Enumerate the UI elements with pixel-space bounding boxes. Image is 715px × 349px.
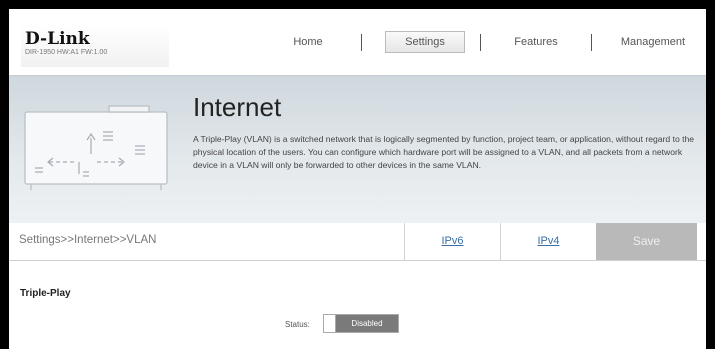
- network-ports-icon: [24, 105, 168, 190]
- section-title: Triple-Play: [20, 288, 71, 299]
- nav-features[interactable]: Features: [504, 31, 568, 53]
- nav-settings[interactable]: Settings: [385, 31, 465, 53]
- toolbar: Settings>>Internet>>VLAN IPv6 IPv4 Save: [9, 223, 706, 261]
- save-button[interactable]: Save: [596, 223, 697, 260]
- dlink-logo: D-Link: [25, 29, 90, 49]
- page-banner: Internet A Triple-Play (VLAN) is a switc…: [9, 75, 706, 224]
- toggle-knob[interactable]: [324, 315, 336, 332]
- nav-management[interactable]: Management: [610, 31, 696, 53]
- ipv6-link[interactable]: IPv6: [404, 223, 500, 260]
- toggle-state-label: Disabled: [336, 315, 398, 332]
- status-label: Status:: [285, 320, 310, 329]
- nav-divider: [361, 34, 362, 51]
- nav-divider: [591, 34, 592, 51]
- page-title: Internet: [193, 92, 282, 122]
- model-info: DIR-1950 HW:A1 FW:1.00: [25, 49, 108, 56]
- nav-divider: [480, 34, 481, 51]
- router-page: D-Link DIR-1950 HW:A1 FW:1.00 Home Setti…: [9, 9, 706, 349]
- breadcrumb: Settings>>Internet>>VLAN: [19, 234, 157, 246]
- status-toggle[interactable]: Disabled: [323, 314, 399, 333]
- ipv4-link[interactable]: IPv4: [500, 223, 596, 260]
- nav-home[interactable]: Home: [281, 31, 335, 53]
- page-description: A Triple-Play (VLAN) is a switched netwo…: [193, 134, 695, 170]
- header: D-Link DIR-1950 HW:A1 FW:1.00 Home Setti…: [9, 9, 706, 75]
- brand-block: D-Link DIR-1950 HW:A1 FW:1.00: [21, 25, 169, 67]
